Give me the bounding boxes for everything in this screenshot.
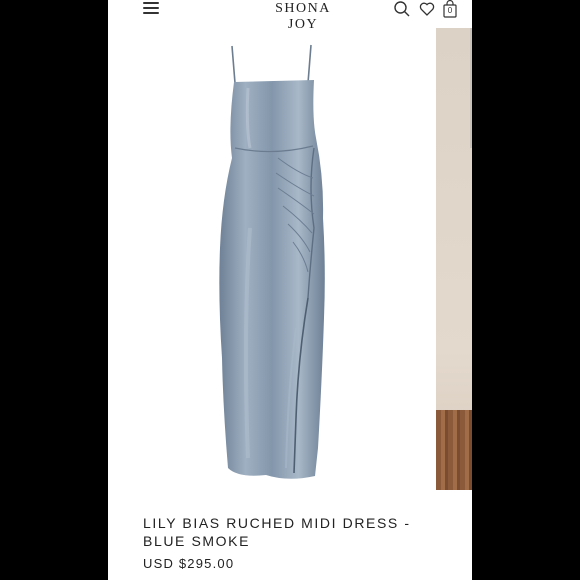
bag-icon[interactable]: 0 (443, 0, 457, 23)
dress-photo[interactable] (138, 28, 428, 490)
site-header: SHONA JOY 0 (108, 0, 472, 32)
product-price: USD $295.00 (143, 556, 235, 571)
menu-icon[interactable] (143, 2, 159, 16)
heart-icon[interactable] (419, 1, 435, 17)
product-gallery[interactable] (108, 28, 472, 492)
product-page: SHONA JOY 0 LILY BIAS RUCHED MIDI DRESS … (108, 0, 472, 580)
dress-illustration (219, 44, 325, 479)
product-title: LILY BIAS RUCHED MIDI DRESS - BLUE SMOKE (143, 515, 411, 549)
search-icon[interactable] (393, 0, 411, 18)
bag-count: 0 (447, 6, 453, 15)
next-photo-thumbnail[interactable] (436, 28, 472, 490)
